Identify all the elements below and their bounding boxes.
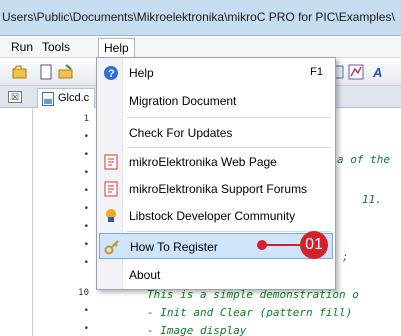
menu-help[interactable]: Help — [98, 38, 135, 59]
line-number: • — [83, 240, 89, 250]
callout-pointer-line — [263, 244, 303, 246]
forums-icon — [104, 181, 118, 197]
menu-separator — [127, 147, 331, 148]
text-style-icon[interactable]: A — [370, 64, 386, 80]
menu-separator — [127, 231, 331, 232]
line-number: • — [83, 168, 89, 178]
menu-item-check-for-updates[interactable]: Check For Updates — [99, 120, 333, 146]
menu-item-about[interactable]: About — [99, 262, 333, 288]
code-line: ; — [342, 250, 349, 263]
menu-item-help[interactable]: ? Help F1 — [99, 60, 333, 86]
menu-item-migration-document[interactable]: Migration Document — [99, 88, 333, 114]
line-number: • — [83, 186, 89, 196]
menu-item-web-page[interactable]: mikroElektronika Web Page — [99, 149, 333, 175]
svg-text:A: A — [372, 65, 382, 80]
menu-bar: Run Tools Help — [0, 36, 401, 59]
open-folder-icon[interactable] — [12, 64, 28, 80]
web-page-icon — [104, 154, 118, 170]
left-panel: ☒ — [0, 86, 33, 336]
left-panel-tabbar: ☒ — [0, 86, 33, 108]
c-file-icon — [42, 92, 54, 106]
window-title-path: Users\Public\Documents\Mikroelektronika\… — [2, 10, 395, 24]
menu-item-how-to-register[interactable]: How To Register — [99, 233, 333, 259]
key-icon — [104, 240, 119, 255]
line-number: • — [83, 306, 89, 316]
chart-icon[interactable] — [348, 64, 364, 80]
menu-run[interactable]: Run — [6, 38, 38, 57]
line-number: • — [83, 150, 89, 160]
new-file-icon[interactable] — [38, 64, 54, 80]
menu-separator — [127, 117, 331, 118]
line-number: 10 — [78, 288, 89, 298]
open-file-icon[interactable] — [58, 64, 74, 80]
callout-badge: 01 — [300, 231, 328, 259]
tab-label: Glcd.c — [58, 92, 90, 104]
line-number-gutter: 1 • • • • • • • • 10 • • — [33, 108, 97, 336]
line-number: • — [83, 132, 89, 142]
title-bar: Users\Public\Documents\Mikroelektronika\… — [0, 0, 401, 36]
code-line: 11. — [362, 193, 382, 206]
line-number: • — [83, 222, 89, 232]
menu-item-libstock[interactable]: Libstock Developer Community — [99, 203, 333, 229]
svg-text:?: ? — [108, 68, 115, 80]
code-line: - Init and Clear (pattern fill) — [147, 306, 353, 319]
menu-item-support-forums[interactable]: mikroElektronika Support Forums — [99, 176, 333, 202]
code-line: - Image display — [147, 324, 247, 336]
line-number: • — [83, 324, 89, 334]
help-menu-dropdown: ? Help F1 Migration Document Check For U… — [96, 57, 336, 290]
line-number: • — [83, 204, 89, 214]
libstock-icon — [106, 209, 116, 222]
line-number: • — [83, 258, 89, 268]
close-icon[interactable]: ☒ — [8, 91, 22, 103]
line-number: 1 — [83, 114, 89, 124]
code-line: a of the — [337, 153, 390, 166]
menu-tools[interactable]: Tools — [37, 38, 75, 57]
tab-glcd-c[interactable]: Glcd.c — [37, 88, 95, 108]
help-icon: ? — [104, 66, 118, 80]
